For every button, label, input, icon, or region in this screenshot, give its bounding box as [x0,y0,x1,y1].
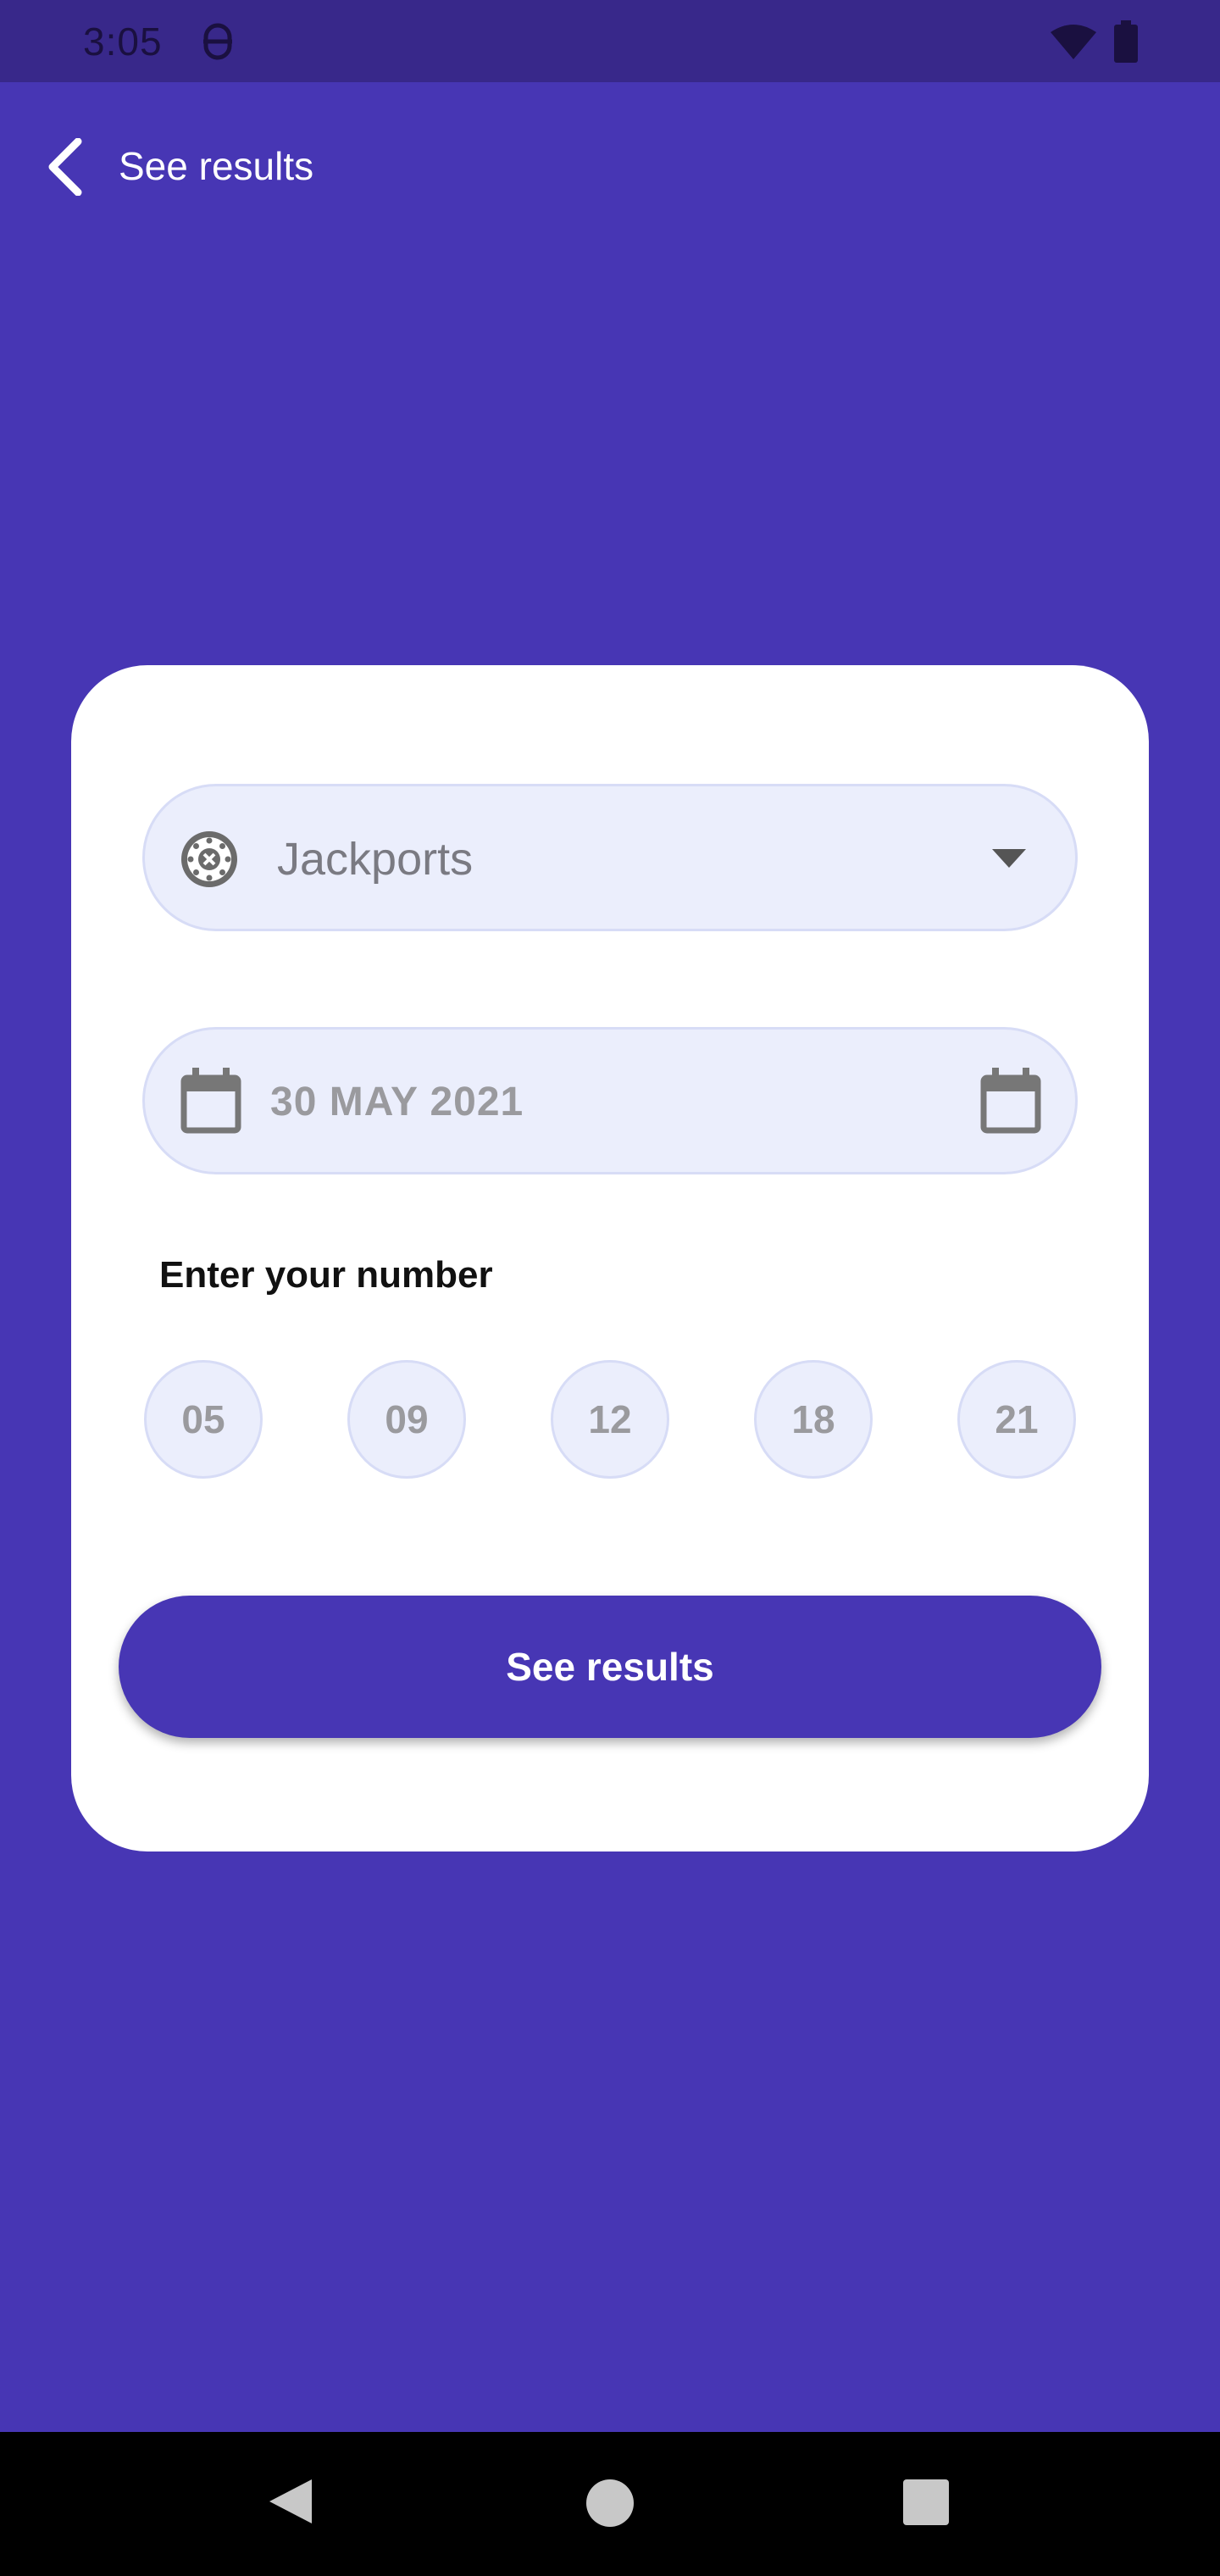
page-title: See results [119,144,314,188]
status-bar: 3:05 [0,0,1220,82]
caret-down-icon [992,849,1026,868]
back-button[interactable] [34,133,95,201]
app-notification-icon [203,23,232,60]
number-input-2[interactable]: 09 [347,1360,466,1479]
results-form-card: Jackports 30 MAY 2021 Enter your number … [71,665,1149,1852]
chevron-left-icon [48,138,82,196]
see-results-button[interactable]: See results [119,1596,1101,1738]
system-nav-bar [0,2432,1220,2576]
number-input-5[interactable]: 21 [957,1360,1076,1479]
wifi-icon [1051,25,1096,59]
date-value: 30 MAY 2021 [270,1080,524,1124]
nav-home-icon[interactable] [586,2479,634,2527]
number-input-1[interactable]: 05 [144,1360,263,1479]
roulette-icon [181,831,237,887]
app-bar: See results [0,82,1220,252]
battery-icon [1114,20,1138,63]
numbers-label: Enter your number [159,1254,493,1296]
number-input-4[interactable]: 18 [754,1360,873,1479]
calendar-picker-icon[interactable] [979,1068,1043,1135]
date-field[interactable]: 30 MAY 2021 [142,1027,1078,1174]
game-select[interactable]: Jackports [142,784,1078,931]
game-select-value: Jackports [277,834,474,885]
nav-back-icon[interactable] [264,2476,315,2527]
nav-recents-icon[interactable] [903,2479,949,2525]
calendar-icon [180,1068,241,1134]
number-input-3[interactable]: 12 [551,1360,669,1479]
status-time: 3:05 [83,19,163,64]
